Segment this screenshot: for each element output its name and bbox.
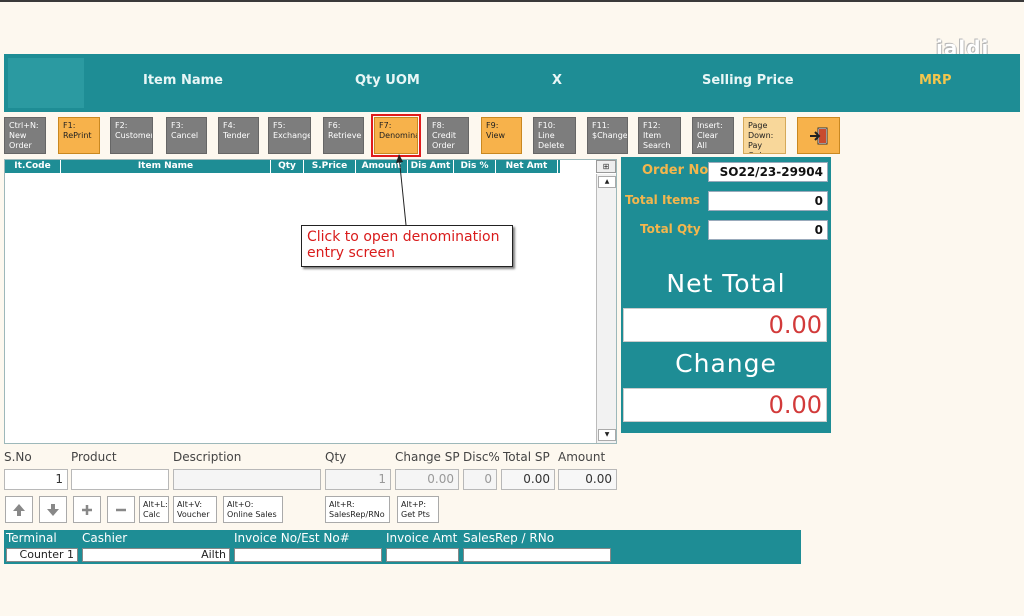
view-button[interactable]: F9: View: [481, 117, 522, 154]
salesrep-value: [463, 548, 611, 562]
product-label: Product: [71, 450, 117, 464]
order-no-label: Order No: [642, 163, 709, 178]
grid-scrollbar[interactable]: ▲ ▼: [596, 174, 616, 443]
status-bar: Terminal Cashier Invoice No/Est No# Invo…: [4, 530, 801, 564]
salesrep-button[interactable]: Alt+R: SalesRep/RNo: [325, 496, 390, 523]
tender-button[interactable]: F4: Tender: [218, 117, 259, 154]
col-amount: Amount: [356, 160, 408, 173]
line-delete-button[interactable]: F10: Line Delete: [533, 117, 576, 154]
total-sp-field: 0.00: [501, 469, 555, 490]
amount-field: 0.00: [558, 469, 617, 490]
description-label: Description: [173, 450, 242, 464]
plus-icon: [82, 504, 92, 515]
disc-field[interactable]: 0: [463, 469, 497, 490]
denomination-button[interactable]: F7: Denomination: [371, 114, 421, 157]
disc-label: Disc%: [463, 450, 500, 464]
header-selling-price: Selling Price: [702, 73, 794, 88]
col-qty: Qty: [271, 160, 304, 173]
clear-all-button[interactable]: Insert: Clear All: [692, 117, 734, 154]
arrow-up-icon: [13, 503, 25, 516]
minus-icon: [116, 508, 126, 511]
change-label: Change: [675, 349, 777, 378]
col-dis-pct: Dis %: [454, 160, 496, 173]
cancel-button[interactable]: F3: Cancel: [166, 117, 207, 154]
sno-field[interactable]: 1: [4, 469, 68, 490]
customer-button[interactable]: F2: Customer: [110, 117, 153, 154]
total-qty-label: Total Qty: [640, 222, 701, 236]
net-total-value: 0.00: [623, 308, 827, 342]
sno-label: S.No: [4, 450, 32, 464]
reprint-button[interactable]: F1: RePrint: [58, 117, 100, 154]
salesrep-label: SalesRep / RNo: [463, 531, 555, 545]
total-items-label: Total Items: [625, 193, 700, 207]
exchange-button[interactable]: F5: Exchange: [268, 117, 311, 154]
online-sales-button[interactable]: Alt+O: Online Sales: [223, 496, 283, 523]
header-mrp: MRP: [919, 73, 952, 88]
credit-order-button[interactable]: F8: Credit Order: [427, 117, 469, 154]
terminal-label: Terminal: [6, 531, 57, 545]
header-x: X: [552, 73, 563, 88]
total-items-value: 0: [708, 191, 828, 211]
scroll-up-icon[interactable]: ▲: [598, 176, 616, 188]
invoice-amt-label: Invoice Amt: [386, 531, 458, 545]
increase-qty-button[interactable]: [73, 496, 101, 523]
exit-button[interactable]: [797, 117, 840, 154]
amount-label: Amount: [558, 450, 606, 464]
retrieve-button[interactable]: F6: Retrieve: [323, 117, 364, 154]
items-grid[interactable]: It.Code Item Name Qty S.Price Amount Dis…: [4, 159, 617, 444]
exit-door-icon: [809, 127, 827, 144]
col-net-amt: Net Amt: [496, 160, 558, 173]
grid-settings-icon[interactable]: ⊞: [596, 160, 616, 173]
cashier-value: Ailth: [82, 548, 230, 562]
header-qty-uom: Qty UOM: [355, 73, 420, 88]
pay-only-button[interactable]: Page Down: Pay Only: [743, 117, 786, 154]
invoice-no-value: [234, 548, 382, 562]
col-item-code: It.Code: [5, 160, 61, 173]
get-points-button[interactable]: Alt+P: Get Pts: [397, 496, 439, 523]
col-s-price: S.Price: [304, 160, 356, 173]
total-qty-value: 0: [708, 220, 828, 240]
decrease-qty-button[interactable]: [107, 496, 135, 523]
voucher-button[interactable]: Alt+V: Voucher: [173, 496, 217, 523]
calc-button[interactable]: Alt+L: Calc: [139, 496, 169, 523]
product-input[interactable]: [71, 469, 169, 490]
new-order-button[interactable]: Ctrl+N: New Order: [4, 117, 46, 154]
change-sp-label: Change SP: [395, 450, 460, 464]
item-header-bar: Item Name Qty UOM X Selling Price MRP: [4, 54, 1020, 112]
grid-header: It.Code Item Name Qty S.Price Amount Dis…: [5, 160, 560, 173]
change-button[interactable]: F11: $Change: [587, 117, 628, 154]
qty-field[interactable]: 1: [325, 469, 391, 490]
item-search-button[interactable]: F12: Item Search: [638, 117, 681, 154]
cashier-label: Cashier: [82, 531, 128, 545]
col-item-name: Item Name: [61, 160, 271, 173]
description-field: [173, 469, 321, 490]
move-down-button[interactable]: [39, 496, 67, 523]
move-up-button[interactable]: [5, 496, 33, 523]
order-summary-panel: Order No SO22/23-29904 Total Items 0 Tot…: [621, 157, 831, 433]
tooltip-callout: Click to open denomination entry screen: [301, 225, 513, 267]
change-value: 0.00: [623, 388, 827, 422]
item-image-placeholder: [8, 58, 84, 108]
scroll-down-icon[interactable]: ▼: [598, 429, 616, 441]
change-sp-field[interactable]: 0.00: [395, 469, 459, 490]
arrow-down-icon: [47, 503, 59, 516]
qty-label: Qty: [325, 450, 347, 464]
invoice-no-label: Invoice No/Est No#: [234, 531, 350, 545]
order-no-value: SO22/23-29904: [708, 162, 828, 182]
invoice-amt-value: [386, 548, 459, 562]
total-sp-label: Total SP: [503, 450, 550, 464]
col-dis-amt: Dis Amt: [408, 160, 454, 173]
net-total-label: Net Total: [666, 269, 786, 298]
header-item-name: Item Name: [143, 73, 223, 88]
terminal-value: Counter 1: [6, 548, 78, 562]
top-border: [0, 0, 1024, 2]
